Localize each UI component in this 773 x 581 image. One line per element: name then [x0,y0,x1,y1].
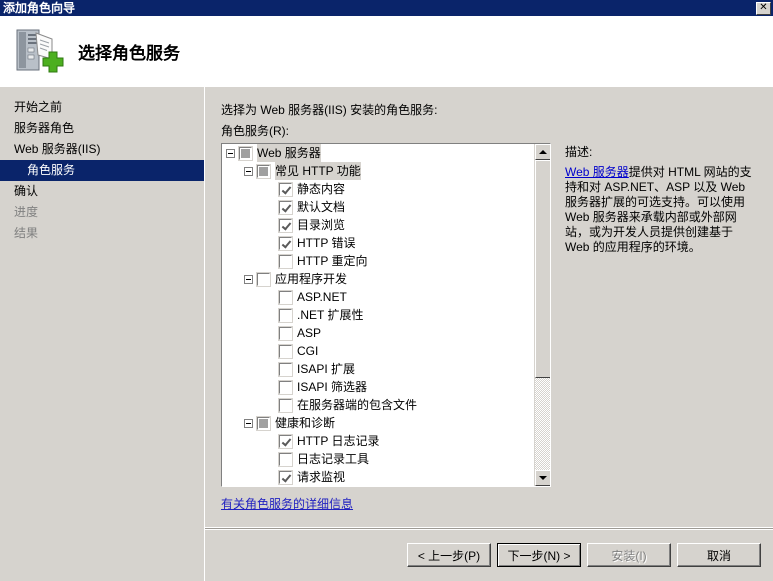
close-icon[interactable]: ✕ [756,1,771,15]
sidebar-item-progress: 进度 [14,205,39,219]
description-body: Web 服务器提供对 HTML 网站的支持和对 ASP.NET、ASP 以及 W… [565,165,755,255]
server-add-icon [12,25,64,77]
checkbox-unchecked[interactable] [278,451,293,467]
sidebar-item-confirmation[interactable]: 确认 [0,181,204,202]
tree-item-label: ISAPI 筛选器 [297,380,368,394]
checkbox-unchecked[interactable] [278,361,293,377]
checkbox-checked[interactable] [278,217,293,233]
collapse-icon[interactable] [244,418,253,428]
wizard-steps-sidebar: 开始之前 服务器角色 Web 服务器(IIS) 角色服务 确认 进度 结果 [0,86,204,581]
checkbox-unchecked[interactable] [278,253,293,269]
tree-item-label: Web 服务器 [257,144,321,162]
tree-item-label: HTTP 错误 [297,236,356,250]
wizard-footer: < 上一步(P) 下一步(N) > 安装(I) 取消 [204,527,773,581]
footer-button-group: < 上一步(P) 下一步(N) > 安装(I) 取消 [407,543,761,567]
tree-row[interactable]: Web 服务器 [222,144,535,162]
tree-item-label: 健康和诊断 [275,416,336,430]
collapse-icon[interactable] [226,148,235,158]
content-panel: 选择为 Web 服务器(IIS) 安装的角色服务: 角色服务(R): Web 服… [204,86,773,527]
checkbox-unchecked[interactable] [278,343,293,359]
web-server-link[interactable]: Web 服务器 [565,165,629,179]
checkbox-unchecked[interactable] [278,397,293,413]
sidebar-item-before-you-begin[interactable]: 开始之前 [0,97,204,118]
title-bar-buttons: ✕ [756,1,773,15]
tree-item-label: ASP.NET [297,290,347,304]
checkbox-checked[interactable] [278,433,293,449]
footer-separator [205,528,773,530]
tree-item-label: 目录浏览 [297,218,346,232]
next-button[interactable]: 下一步(N) > [497,543,581,567]
checkbox-checked[interactable] [278,199,293,215]
page-title: 选择角色服务 [78,43,180,63]
tree-row[interactable]: HTTP 错误 [222,234,535,252]
tree-row[interactable]: ISAPI 扩展 [222,360,535,378]
checkbox-partial[interactable] [238,145,253,161]
title-bar: 添加角色向导 ✕ [0,0,773,16]
checkbox-unchecked[interactable] [278,289,293,305]
tree-row[interactable]: 应用程序开发 [222,270,535,288]
tree-item-label: 常见 HTTP 功能 [275,162,361,180]
tree-item-label: 请求监视 [297,470,346,484]
tree-item-label: 应用程序开发 [275,272,348,286]
tree-row[interactable]: 常见 HTTP 功能 [222,162,535,180]
checkbox-checked[interactable] [278,469,293,485]
more-info-link[interactable]: 有关角色服务的详细信息 [221,495,353,512]
checkbox-unchecked[interactable] [256,271,271,287]
scroll-down-icon[interactable] [535,470,550,486]
sidebar-item-server-roles[interactable]: 服务器角色 [0,118,204,139]
tree-row[interactable]: CGI [222,342,535,360]
tree-row[interactable]: 静态内容 [222,180,535,198]
tree-vertical-scrollbar[interactable] [534,144,550,486]
role-services-tree-rows: Web 服务器 常见 HTTP 功能静态内容默认文档目录浏览 HTTP 错误 HTTP… [222,144,535,486]
install-button: 安装(I) [587,543,671,567]
role-services-tree[interactable]: Web 服务器 常见 HTTP 功能静态内容默认文档目录浏览 HTTP 错误 HTTP… [221,143,551,487]
tree-item-label: 默认文档 [297,200,346,214]
tree-item-label: 日志记录工具 [297,452,370,466]
tree-item-label: HTTP 日志记录 [297,434,380,448]
checkbox-unchecked[interactable] [278,325,293,341]
collapse-icon[interactable] [244,274,253,284]
cancel-button[interactable]: 取消 [677,543,761,567]
tree-row[interactable]: 目录浏览 [222,216,535,234]
tree-item-label: 在服务器端的包含文件 [297,398,418,412]
tree-item-label: HTTP 重定向 [297,254,368,268]
tree-item-label: 静态内容 [297,182,346,196]
sidebar-item-web-server-iis[interactable]: Web 服务器(IIS) [0,139,204,160]
tree-row[interactable]: ASP [222,324,535,342]
tree-row[interactable]: 日志记录工具 [222,450,535,468]
role-services-label: 角色服务(R): [221,124,289,138]
checkbox-checked[interactable] [278,181,293,197]
tree-row[interactable]: 健康和诊断 [222,414,535,432]
checkbox-partial[interactable] [256,415,271,431]
tree-row[interactable]: HTTP 重定向 [222,252,535,270]
scroll-up-icon[interactable] [535,144,550,160]
checkbox-unchecked[interactable] [278,307,293,323]
tree-row[interactable]: 在服务器端的包含文件 [222,396,535,414]
tree-row[interactable]: ISAPI 筛选器 [222,378,535,396]
tree-row[interactable]: 默认文档 [222,198,535,216]
intro-text: 选择为 Web 服务器(IIS) 安装的角色服务: [221,103,438,117]
add-roles-wizard-window: 添加角色向导 ✕ 选择角色服务 开始之前 服务器角色 Web 服务器(IIS) … [0,0,773,581]
tree-item-label: ISAPI 扩展 [297,362,356,376]
tree-item-label: ASP [297,326,322,340]
collapse-icon[interactable] [244,166,253,176]
checkbox-partial[interactable] [256,163,271,179]
wizard-header: 选择角色服务 [0,16,773,86]
tree-item-label: .NET 扩展性 [297,308,364,322]
scrollbar-track[interactable] [535,160,550,470]
scrollbar-thumb[interactable] [535,160,550,378]
description-title: 描述: [565,145,593,159]
tree-row[interactable]: .NET 扩展性 [222,306,535,324]
checkbox-checked[interactable] [278,235,293,251]
tree-row[interactable]: HTTP 日志记录 [222,432,535,450]
tree-row[interactable]: 请求监视 [222,468,535,486]
window-title: 添加角色向导 [3,1,76,15]
sidebar-item-results: 结果 [14,226,39,240]
previous-button[interactable]: < 上一步(P) [407,543,491,567]
tree-item-label: CGI [297,344,319,358]
sidebar-item-role-services[interactable]: 角色服务 [0,160,204,181]
checkbox-unchecked[interactable] [278,379,293,395]
tree-row[interactable]: ASP.NET [222,288,535,306]
